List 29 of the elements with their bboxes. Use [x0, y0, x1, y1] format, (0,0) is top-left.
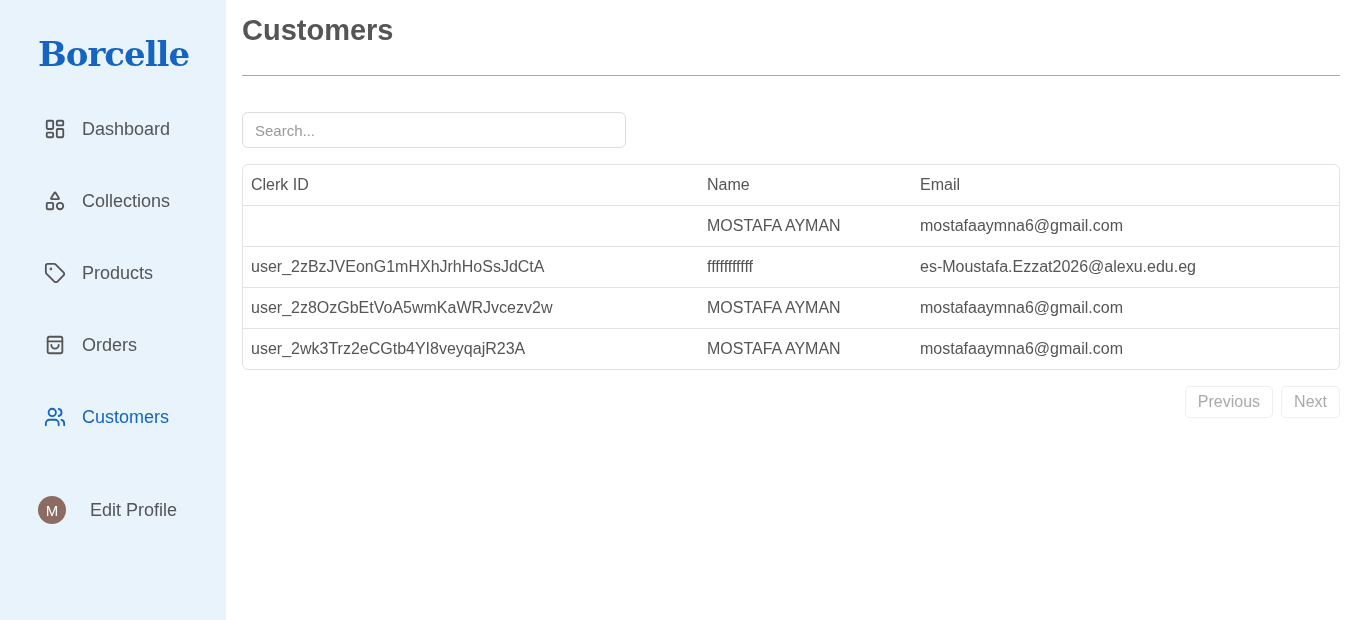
table-cell: MOSTAFA AYMAN — [707, 299, 841, 316]
search-field[interactable]: Search... — [242, 112, 626, 148]
table-cell: fffffffffff — [707, 258, 753, 275]
edit-profile-link[interactable]: M Edit Profile — [38, 496, 178, 524]
grid-icon — [44, 118, 66, 140]
logo: Borcelle — [38, 33, 190, 76]
table-cell: MOSTAFA AYMAN — [707, 217, 841, 234]
users-icon — [44, 406, 66, 428]
table-cell: MOSTAFA AYMAN — [707, 340, 841, 357]
table-cell: es-Moustafa.Ezzat2026@alexu.edu.eg — [920, 258, 1196, 275]
table-cell: user_2wk3Trz2eCGtb4YI8veyqajR23A — [251, 340, 526, 357]
avatar: M — [38, 496, 66, 524]
tag-icon — [44, 262, 66, 284]
page-title: Customers — [242, 13, 395, 48]
nav-item[interactable]: Products — [38, 260, 171, 286]
column-header: Name — [706, 176, 751, 194]
column-header: Clerk ID — [250, 176, 310, 194]
column-header: Email — [919, 176, 961, 194]
table-cell: user_2z8OzGbEtVoA5wmKaWRJvcezv2w — [251, 299, 553, 316]
shapes-icon — [44, 190, 66, 212]
bag-icon — [44, 334, 66, 356]
table-cell: user_2zBzJVEonG1mHXhJrhHoSsJdCtA — [251, 258, 545, 275]
nav-item[interactable]: Customers — [38, 404, 171, 430]
table-cell: mostafaaymna6@gmail.com — [920, 340, 1123, 357]
nav-item[interactable]: Dashboard — [38, 116, 171, 142]
table-cell: mostafaaymna6@gmail.com — [920, 299, 1123, 316]
table-cell: mostafaaymna6@gmail.com — [920, 217, 1123, 234]
nav-item[interactable]: Orders — [38, 332, 171, 358]
nav-item[interactable]: Collections — [38, 188, 171, 214]
